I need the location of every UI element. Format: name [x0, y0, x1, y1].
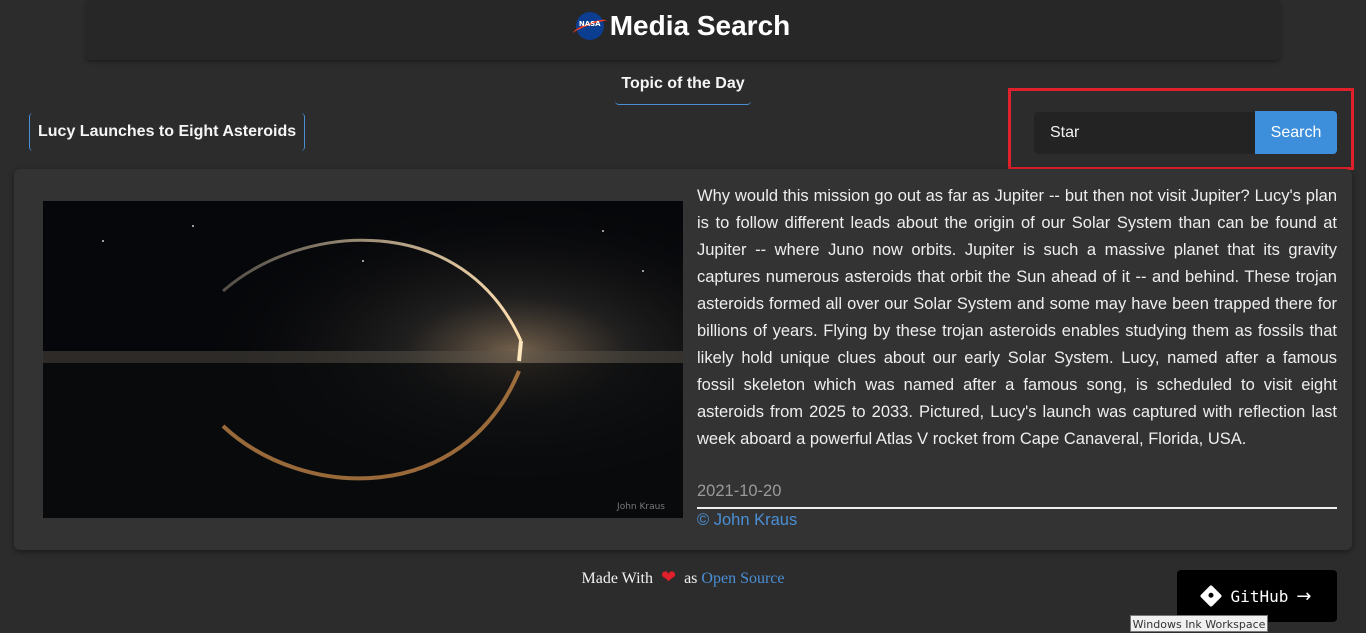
heart-icon: ❤ [660, 567, 677, 587]
github-label: GitHub [1230, 586, 1289, 606]
footer-as: as [684, 570, 698, 587]
open-source-link[interactable]: Open Source [701, 570, 784, 587]
windows-ink-tooltip: Windows Ink Workspace [1130, 615, 1268, 632]
footer-made-with: Made With [581, 570, 653, 587]
footer: Made With ❤ as Open Source [0, 567, 1366, 588]
search-input[interactable] [1034, 112, 1256, 154]
divider [697, 507, 1337, 509]
page-title: Media Search [609, 10, 791, 41]
article-copyright: © John Kraus [697, 511, 798, 529]
search-button[interactable]: Search [1255, 111, 1337, 154]
tab-topic-of-the-day[interactable]: Topic of the Day [615, 68, 751, 105]
git-icon [1199, 584, 1222, 608]
rocket-launch-photo [43, 201, 683, 518]
article-explanation: Why would this mission go out as far as … [697, 187, 1337, 448]
nasa-logo-icon: NASA [571, 12, 609, 40]
arrow-right-icon: → [1296, 585, 1312, 607]
article-date: 2021-10-20 [697, 482, 782, 500]
article-title: Lucy Launches to Eight Asteroids [29, 113, 306, 151]
image-watermark: John Kraus [617, 502, 665, 512]
apod-image[interactable]: John Kraus [43, 201, 683, 518]
brand: NASA Media Search [0, 10, 1366, 58]
